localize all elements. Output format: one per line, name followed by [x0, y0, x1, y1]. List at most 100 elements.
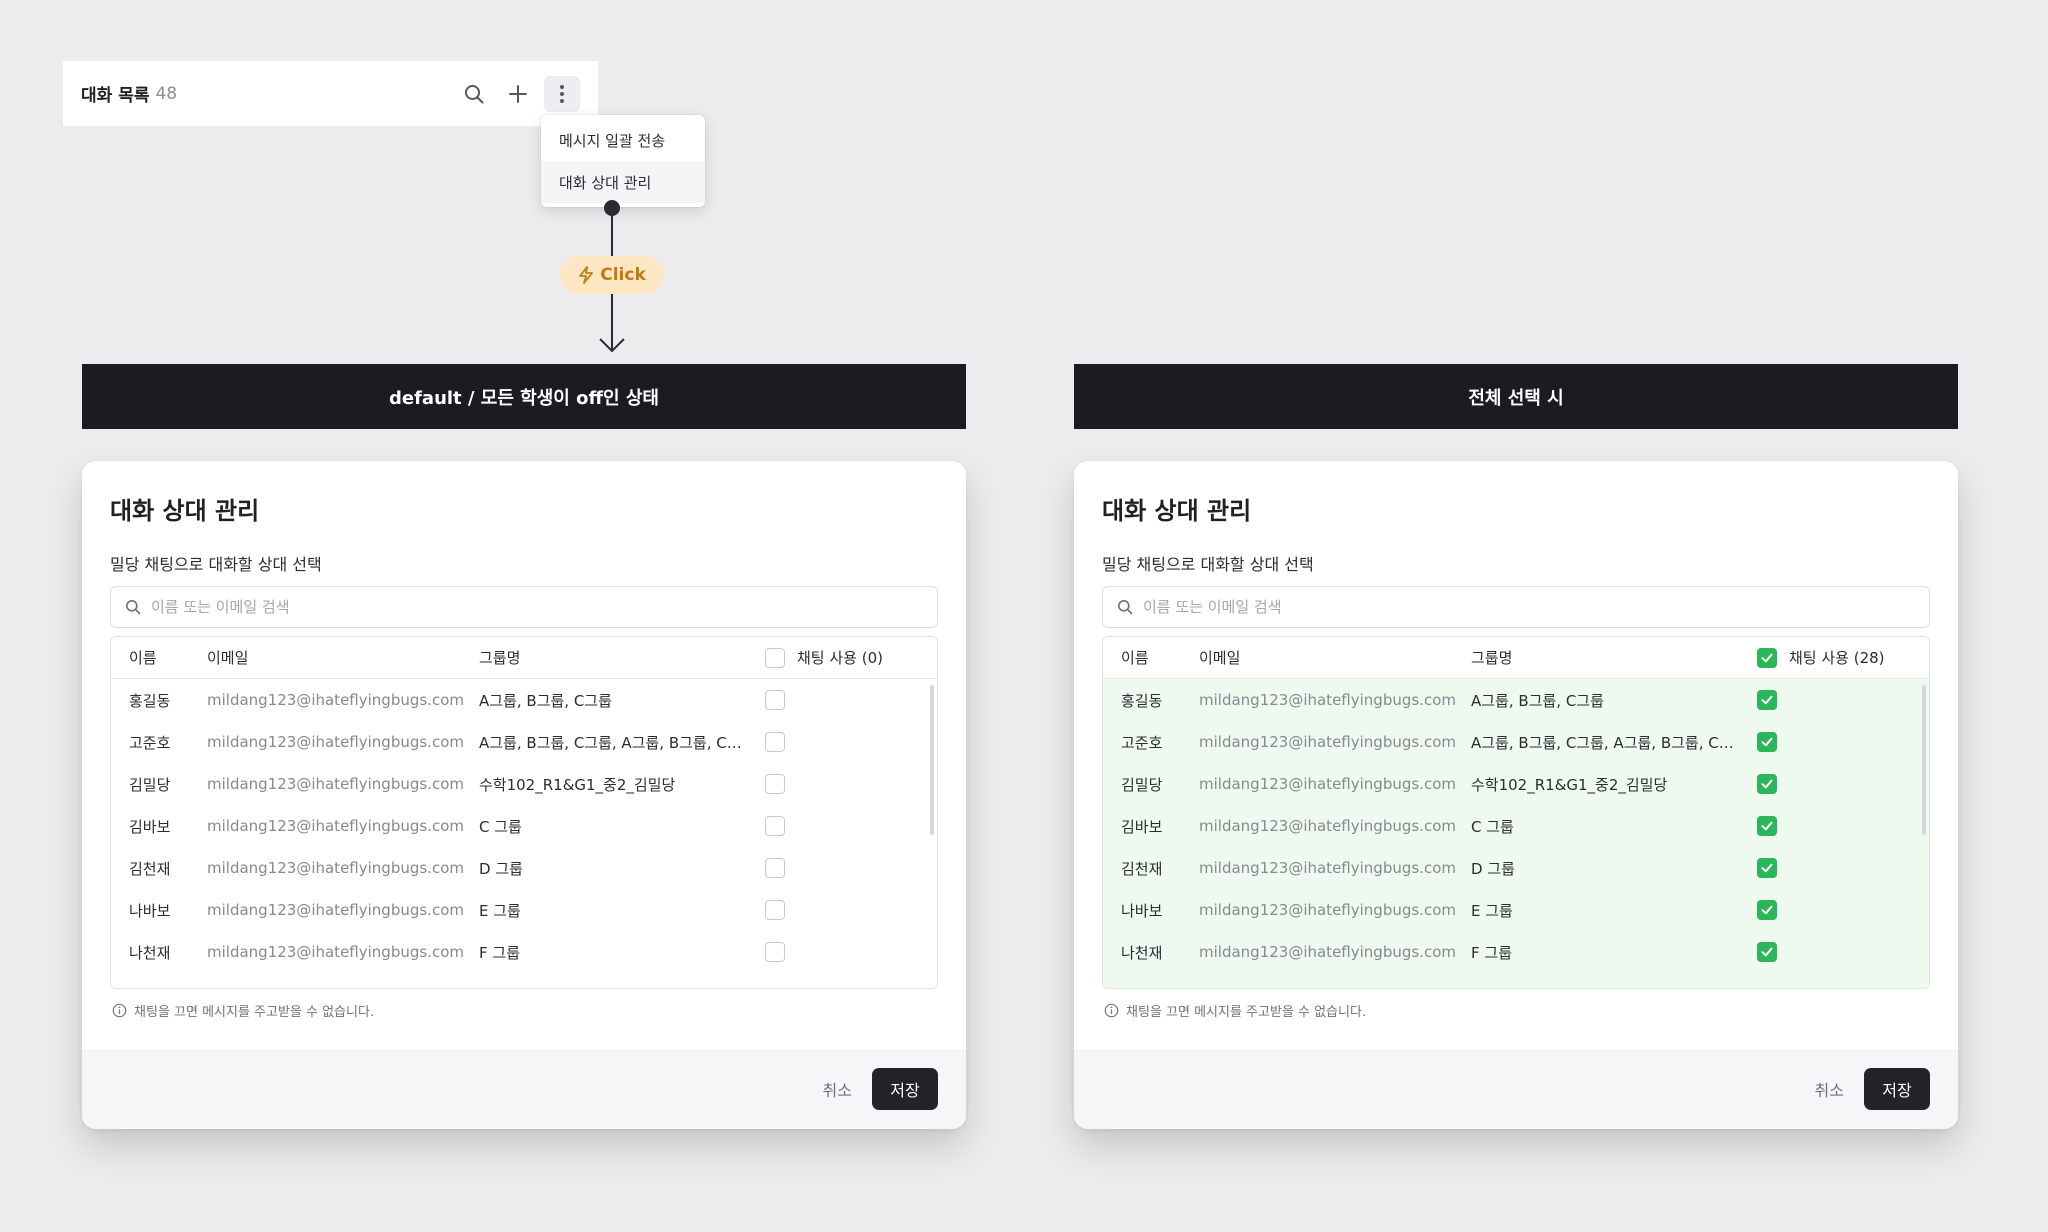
- cell-email: mildang123@ihateflyingbugs.com: [1199, 943, 1456, 961]
- chat-toggle-checkbox[interactable]: [1757, 690, 1777, 710]
- cell-name: 고준호: [1121, 733, 1163, 752]
- cell-name: 김바보: [129, 817, 171, 836]
- info-icon: [112, 1003, 127, 1018]
- cell-group: A그룹, B그룹, C그룹, A그룹, B그룹, C그룹: [1471, 733, 1747, 752]
- search-field[interactable]: [110, 586, 938, 628]
- cell-chat: [1755, 900, 1929, 920]
- menu-item-manage-contacts[interactable]: 대화 상대 관리: [541, 161, 705, 203]
- chat-header-label: 채팅 사용 (0): [797, 649, 883, 667]
- cell-group: C 그룹: [479, 817, 522, 836]
- table-row[interactable]: 홍길동 mildang123@ihateflyingbugs.com A그룹, B그…: [1103, 679, 1929, 721]
- lightning-icon: [579, 266, 594, 284]
- scrollbar[interactable]: [930, 685, 934, 835]
- chat-header-label: 채팅 사용 (28): [1789, 649, 1885, 667]
- notice: 채팅을 끄면 메시지를 주고받을 수 없습니다.: [112, 1001, 374, 1020]
- save-button[interactable]: 저장: [1864, 1068, 1930, 1110]
- cancel-button[interactable]: 취소: [823, 1077, 852, 1101]
- cell-name: 나천재: [129, 943, 171, 962]
- column-header-group: 그룹명: [479, 649, 521, 667]
- cell-name: 홍길동: [1121, 691, 1163, 710]
- chat-toggle-checkbox[interactable]: [1757, 816, 1777, 836]
- cell-group: A그룹, B그룹, C그룹, A그룹, B그룹, C그룹: [479, 733, 755, 752]
- column-header-group: 그룹명: [1471, 649, 1513, 667]
- cell-chat: [1755, 774, 1929, 794]
- table-row[interactable]: 고준호 mildang123@ihateflyingbugs.com A그룹, B그…: [111, 721, 937, 763]
- chat-toggle-checkbox[interactable]: [765, 774, 785, 794]
- chat-toggle-checkbox[interactable]: [1757, 900, 1777, 920]
- cell-email: mildang123@ihateflyingbugs.com: [207, 817, 464, 835]
- conversation-list-header: 대화 목록 48: [63, 61, 598, 126]
- chat-toggle-checkbox[interactable]: [1757, 858, 1777, 878]
- chat-toggle-checkbox[interactable]: [765, 816, 785, 836]
- chat-toggle-checkbox[interactable]: [765, 942, 785, 962]
- cell-chat: [763, 816, 937, 836]
- cell-chat: [1755, 732, 1929, 752]
- contact-manage-modal-default: 대화 상대 관리 밀당 채팅으로 대화할 상대 선택 이름 이메일 그룹명 채팅…: [82, 461, 966, 1129]
- table-row[interactable]: 김밀당 mildang123@ihateflyingbugs.com 수학102_R…: [111, 763, 937, 805]
- arrow-down-icon: [599, 338, 625, 353]
- table-row[interactable]: 고준호 mildang123@ihateflyingbugs.com A그룹, B그…: [1103, 721, 1929, 763]
- cell-group: E 그룹: [1471, 901, 1513, 920]
- table-header: 이름 이메일 그룹명 채팅 사용 (28): [1103, 637, 1929, 679]
- section-title-select-all: 전체 선택 시: [1074, 364, 1958, 429]
- cell-chat: [763, 774, 937, 794]
- plus-icon[interactable]: [500, 76, 536, 112]
- search-icon[interactable]: [456, 76, 492, 112]
- chat-toggle-checkbox[interactable]: [765, 690, 785, 710]
- table-row[interactable]: 김밀당 mildang123@ihateflyingbugs.com 수학102_R…: [1103, 763, 1929, 805]
- modal-title: 대화 상대 관리: [110, 497, 260, 525]
- cell-email: mildang123@ihateflyingbugs.com: [1199, 691, 1456, 709]
- search-input[interactable]: [151, 598, 923, 616]
- cell-chat: [763, 900, 937, 920]
- click-badge: Click: [560, 256, 664, 294]
- cell-email: mildang123@ihateflyingbugs.com: [1199, 817, 1456, 835]
- notice: 채팅을 끄면 메시지를 주고받을 수 없습니다.: [1104, 1001, 1366, 1020]
- chat-toggle-checkbox[interactable]: [765, 858, 785, 878]
- save-button[interactable]: 저장: [872, 1068, 938, 1110]
- table-row[interactable]: 김바보 mildang123@ihateflyingbugs.com C 그룹: [111, 805, 937, 847]
- chat-toggle-checkbox[interactable]: [1757, 942, 1777, 962]
- cell-group: D 그룹: [1471, 859, 1515, 878]
- cancel-button[interactable]: 취소: [1815, 1077, 1844, 1101]
- cell-group: F 그룹: [479, 943, 520, 962]
- table-row[interactable]: 나천재 mildang123@ihateflyingbugs.com F 그룹: [111, 931, 937, 973]
- cell-email: mildang123@ihateflyingbugs.com: [207, 859, 464, 877]
- table-row[interactable]: 김천재 mildang123@ihateflyingbugs.com D 그룹: [1103, 847, 1929, 889]
- menu-item-bulk-message[interactable]: 메시지 일괄 전송: [541, 119, 705, 161]
- cell-name: 홍길동: [129, 691, 171, 710]
- cell-name: 나바보: [1121, 901, 1163, 920]
- column-header-chat: 채팅 사용 (0): [763, 647, 937, 668]
- cell-group: 수학102_R1&G1_중2_김밀당: [1471, 775, 1668, 794]
- cell-email: mildang123@ihateflyingbugs.com: [1199, 775, 1456, 793]
- table-row[interactable]: 나천재 mildang123@ihateflyingbugs.com F 그룹: [1103, 931, 1929, 973]
- chat-toggle-checkbox[interactable]: [765, 900, 785, 920]
- contact-table: 이름 이메일 그룹명 채팅 사용 (28) 홍길동 mildang123@ihat…: [1102, 636, 1930, 989]
- cell-email: mildang123@ihateflyingbugs.com: [1199, 901, 1456, 919]
- chat-toggle-checkbox[interactable]: [765, 732, 785, 752]
- scrollbar[interactable]: [1922, 685, 1926, 835]
- cell-chat: [1755, 690, 1929, 710]
- chat-toggle-checkbox[interactable]: [1757, 774, 1777, 794]
- search-input[interactable]: [1143, 598, 1915, 616]
- cell-email: mildang123@ihateflyingbugs.com: [207, 943, 464, 961]
- cell-email: mildang123@ihateflyingbugs.com: [207, 691, 464, 709]
- contact-table: 이름 이메일 그룹명 채팅 사용 (0) 홍길동 mildang123@ihate…: [110, 636, 938, 989]
- cell-name: 나천재: [1121, 943, 1163, 962]
- search-icon: [126, 600, 141, 615]
- connector-line: [611, 212, 613, 258]
- cell-name: 고준호: [129, 733, 171, 752]
- cell-chat: [763, 858, 937, 878]
- table-row[interactable]: 나바보 mildang123@ihateflyingbugs.com E 그룹: [111, 889, 937, 931]
- table-row[interactable]: 홍길동 mildang123@ihateflyingbugs.com A그룹, B그…: [111, 679, 937, 721]
- notice-text: 채팅을 끄면 메시지를 주고받을 수 없습니다.: [134, 1005, 375, 1020]
- chat-toggle-checkbox[interactable]: [1757, 732, 1777, 752]
- select-all-checkbox[interactable]: [765, 647, 785, 668]
- table-row[interactable]: 나바보 mildang123@ihateflyingbugs.com E 그룹: [1103, 889, 1929, 931]
- search-field[interactable]: [1102, 586, 1930, 628]
- more-vertical-icon[interactable]: [544, 75, 580, 112]
- select-all-checkbox[interactable]: [1757, 647, 1777, 668]
- table-row[interactable]: 김천재 mildang123@ihateflyingbugs.com D 그룹: [111, 847, 937, 889]
- contact-manage-modal-select-all: 대화 상대 관리 밀당 채팅으로 대화할 상대 선택 이름 이메일 그룹명 채팅…: [1074, 461, 1958, 1129]
- table-body: 홍길동 mildang123@ihateflyingbugs.com A그룹, B그…: [111, 679, 937, 973]
- table-row[interactable]: 김바보 mildang123@ihateflyingbugs.com C 그룹: [1103, 805, 1929, 847]
